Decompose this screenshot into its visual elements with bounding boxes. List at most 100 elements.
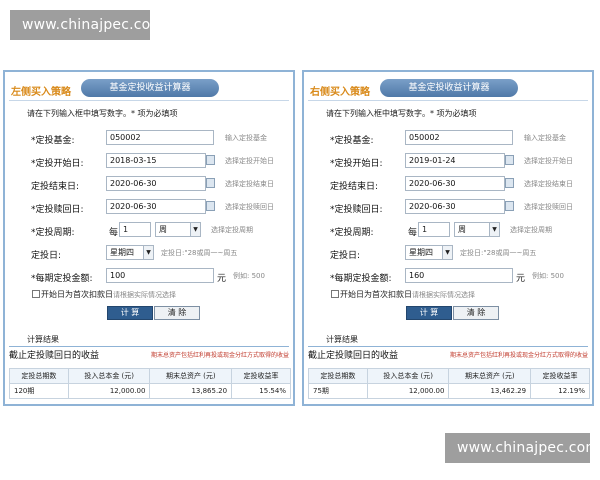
amount-hint: 例如: 500 xyxy=(233,272,265,280)
first-debit-checkbox[interactable] xyxy=(331,290,339,298)
calculate-button[interactable]: 计 算 xyxy=(406,306,452,320)
start-date-row: *定投开始日: 2018-03-15 选择定投开始日 xyxy=(5,153,293,169)
first-debit-label: 开始日为首次扣款日 xyxy=(340,290,412,299)
table-cell: 13,865.20 xyxy=(149,383,233,399)
amount-label: *每期定投金额: xyxy=(31,274,93,284)
calculator-tab[interactable]: 基金定投收益计算器 xyxy=(380,79,518,97)
result-table: 定投总期数 投入总本金 (元) 期末总资产 (元) 定投收益率 120期 12,… xyxy=(9,368,291,399)
period-number-input[interactable]: 1 xyxy=(119,222,151,237)
fund-hint: 输入定投基金 xyxy=(524,134,566,142)
day-select[interactable]: 星期四 ▼ xyxy=(405,245,453,260)
chevron-down-icon: ▼ xyxy=(190,223,200,236)
first-debit-checkbox[interactable] xyxy=(32,290,40,298)
calendar-icon[interactable] xyxy=(505,201,514,211)
period-number-input[interactable]: 1 xyxy=(418,222,450,237)
day-select[interactable]: 星期四 ▼ xyxy=(106,245,154,260)
period-unit-select[interactable]: 周 ▼ xyxy=(155,222,201,237)
calendar-icon[interactable] xyxy=(206,155,215,165)
period-unit-select[interactable]: 周 ▼ xyxy=(454,222,500,237)
table-header-row: 定投总期数 投入总本金 (元) 期末总资产 (元) 定投收益率 xyxy=(308,368,590,384)
divider xyxy=(9,100,289,101)
period-row: *定投周期: 每 1 周 ▼ 选择定投周期 xyxy=(304,222,592,238)
start-date-input[interactable]: 2019-01-24 xyxy=(405,153,505,168)
result-heading: 截止定投赎回日的收益 xyxy=(9,351,100,361)
watermark-bottom: www.chinajpec.com xyxy=(445,433,599,463)
chevron-down-icon: ▼ xyxy=(489,223,499,236)
period-prefix: 每 xyxy=(408,228,418,238)
period-label: *定投周期: xyxy=(330,228,374,238)
chevron-down-icon: ▼ xyxy=(143,246,153,259)
amount-label: *每期定投金额: xyxy=(330,274,392,284)
amount-row: *每期定投金额: 160 元 例如: 500 xyxy=(304,268,592,284)
table-cell: 12,000.00 xyxy=(366,383,450,399)
redeem-date-row: *定投赎回日: 2020-06-30 选择定投赎回日 xyxy=(304,199,592,215)
period-prefix: 每 xyxy=(109,228,119,238)
table-row: 75期 12,000.00 13,462.29 12.19% xyxy=(308,383,590,399)
end-date-input[interactable]: 2020-06-30 xyxy=(405,176,505,191)
day-hint: 定投日:"28或周一~周五 xyxy=(460,249,537,257)
end-date-input[interactable]: 2020-06-30 xyxy=(106,176,206,191)
fund-input[interactable]: 050002 xyxy=(106,130,214,145)
table-header: 投入总本金 (元) xyxy=(366,368,450,384)
divider xyxy=(9,346,289,347)
clear-button[interactable]: 清 除 xyxy=(154,306,200,320)
result-note: 期末总资产包括红利再投或现金分红方式取得的收益 xyxy=(449,352,588,359)
start-date-label: *定投开始日: xyxy=(330,159,383,169)
day-label: 定投日: xyxy=(330,251,361,261)
period-unit-value: 周 xyxy=(458,225,466,234)
table-cell: 13,462.29 xyxy=(448,383,532,399)
calendar-icon[interactable] xyxy=(206,201,215,211)
instruction-text: 请在下列输入框中填写数字。* 项为必填项 xyxy=(326,109,477,118)
day-row: 定投日: 星期四 ▼ 定投日:"28或周一~周五 xyxy=(5,245,293,261)
divider xyxy=(308,346,588,347)
table-row: 120期 12,000.00 13,865.20 15.54% xyxy=(9,383,291,399)
result-note: 期末总资产包括红利再投或现金分红方式取得的收益 xyxy=(150,352,289,359)
start-date-hint: 选择定投开始日 xyxy=(225,157,274,165)
day-value: 星期四 xyxy=(110,248,134,257)
calculator-panel-left: 左侧买入策略 基金定投收益计算器 请在下列输入框中填写数字。* 项为必填项 *定… xyxy=(3,70,295,406)
watermark-top: www.chinajpec.com xyxy=(10,10,164,40)
day-hint: 定投日:"28或周一~周五 xyxy=(161,249,238,257)
table-header: 期末总资产 (元) xyxy=(448,368,532,384)
table-cell: 12.19% xyxy=(530,383,590,399)
calculator-tab[interactable]: 基金定投收益计算器 xyxy=(81,79,219,97)
calendar-icon[interactable] xyxy=(206,178,215,188)
redeem-date-input[interactable]: 2020-06-30 xyxy=(405,199,505,214)
fund-row: *定投基金: 050002 输入定投基金 xyxy=(304,130,592,146)
result-heading: 截止定投赎回日的收益 xyxy=(308,351,399,361)
fund-label: *定投基金: xyxy=(31,136,75,146)
end-date-label: 定投结束日: xyxy=(330,182,379,192)
strategy-title: 右侧买入策略 xyxy=(310,87,370,98)
start-date-input[interactable]: 2018-03-15 xyxy=(106,153,206,168)
divider xyxy=(308,100,588,101)
clear-button[interactable]: 清 除 xyxy=(453,306,499,320)
amount-unit: 元 xyxy=(217,274,227,284)
amount-input[interactable]: 160 xyxy=(405,268,513,283)
start-date-label: *定投开始日: xyxy=(31,159,84,169)
day-row: 定投日: 星期四 ▼ 定投日:"28或周一~周五 xyxy=(304,245,592,261)
table-header: 定投收益率 xyxy=(530,368,590,384)
period-unit-value: 周 xyxy=(159,225,167,234)
end-date-row: 定投结束日: 2020-06-30 选择定投结束日 xyxy=(304,176,592,192)
calendar-icon[interactable] xyxy=(505,178,514,188)
day-value: 星期四 xyxy=(409,248,433,257)
redeem-date-hint: 选择定投赎回日 xyxy=(524,203,573,211)
calendar-icon[interactable] xyxy=(505,155,514,165)
strategy-title: 左侧买入策略 xyxy=(11,87,71,98)
end-date-hint: 选择定投结束日 xyxy=(225,180,274,188)
end-date-hint: 选择定投结束日 xyxy=(524,180,573,188)
redeem-date-input[interactable]: 2020-06-30 xyxy=(106,199,206,214)
calculate-button[interactable]: 计 算 xyxy=(107,306,153,320)
amount-hint: 例如: 500 xyxy=(532,272,564,280)
amount-input[interactable]: 100 xyxy=(106,268,214,283)
start-date-row: *定投开始日: 2019-01-24 选择定投开始日 xyxy=(304,153,592,169)
table-header: 定投总期数 xyxy=(308,368,368,384)
first-debit-hint: 请根据实际情况选择 xyxy=(412,291,475,299)
start-date-hint: 选择定投开始日 xyxy=(524,157,573,165)
table-header: 投入总本金 (元) xyxy=(67,368,151,384)
period-hint: 选择定投周期 xyxy=(211,226,253,234)
fund-label: *定投基金: xyxy=(330,136,374,146)
table-cell: 75期 xyxy=(308,383,368,399)
fund-input[interactable]: 050002 xyxy=(405,130,513,145)
end-date-row: 定投结束日: 2020-06-30 选择定投结束日 xyxy=(5,176,293,192)
